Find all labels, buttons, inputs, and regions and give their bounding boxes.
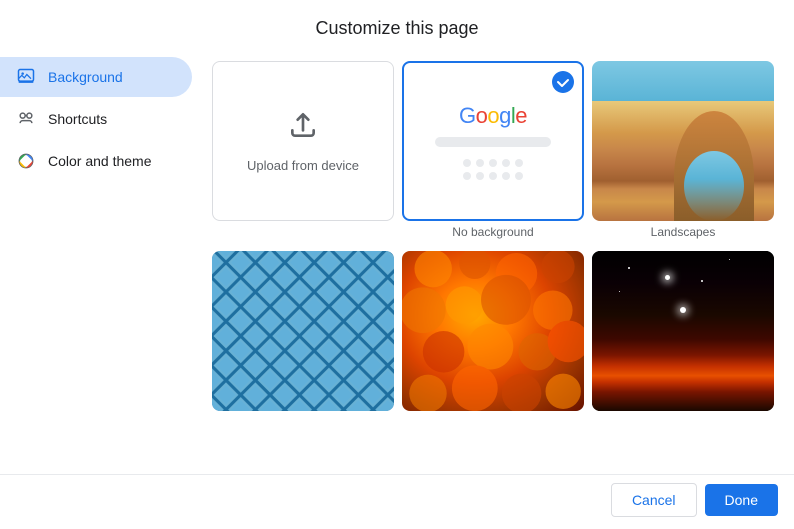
upload-icon xyxy=(287,109,319,146)
dot xyxy=(476,159,484,167)
sidebar-shortcuts-label: Shortcuts xyxy=(48,111,107,127)
selected-check-badge xyxy=(552,71,574,93)
thumbnail-item-space xyxy=(592,251,774,419)
nature-photo[interactable] xyxy=(402,251,584,411)
sidebar-item-color-theme[interactable]: Color and theme xyxy=(0,141,192,181)
space-label xyxy=(592,415,774,419)
no-background-card[interactable]: Google xyxy=(402,61,584,221)
dialog-title: Customize this page xyxy=(24,18,770,39)
done-button[interactable]: Done xyxy=(705,484,778,516)
sidebar-color-theme-label: Color and theme xyxy=(48,153,152,169)
dot xyxy=(502,172,510,180)
sidebar: Background Shortcuts xyxy=(0,49,200,474)
thumbnail-item-nature xyxy=(402,251,584,419)
nature-label xyxy=(402,415,584,419)
sidebar-item-background[interactable]: Background xyxy=(0,57,192,97)
architecture-label xyxy=(212,415,394,419)
sidebar-item-shortcuts[interactable]: Shortcuts xyxy=(0,99,192,139)
thumbnail-item-landscapes: Landscapes xyxy=(592,61,774,243)
thumbnail-item: Upload from device xyxy=(212,61,394,243)
thumbnail-item-architecture xyxy=(212,251,394,419)
dot xyxy=(463,159,471,167)
dialog-footer: Cancel Done xyxy=(0,474,794,529)
no-background-label: No background xyxy=(402,225,584,243)
dots-grid xyxy=(463,159,523,180)
dot xyxy=(502,159,510,167)
no-bg-preview: Google xyxy=(404,87,582,196)
dot xyxy=(515,159,523,167)
upload-card[interactable]: Upload from device xyxy=(212,61,394,221)
sidebar-background-label: Background xyxy=(48,69,123,85)
landscapes-label: Landscapes xyxy=(592,225,774,243)
dot xyxy=(489,159,497,167)
architecture-photo[interactable] xyxy=(212,251,394,411)
dot xyxy=(476,172,484,180)
dialog-body: Background Shortcuts xyxy=(0,49,794,474)
background-icon xyxy=(16,67,36,87)
google-logo-preview: Google xyxy=(459,103,527,129)
dot xyxy=(489,172,497,180)
dialog-header: Customize this page xyxy=(0,0,794,49)
shortcuts-icon xyxy=(16,109,36,129)
dot xyxy=(515,172,523,180)
thumbnails-grid: Upload from device Google xyxy=(208,57,778,423)
upload-text: Upload from device xyxy=(247,158,359,173)
dot xyxy=(463,172,471,180)
space-photo[interactable] xyxy=(592,251,774,411)
color-theme-icon xyxy=(16,151,36,171)
customize-dialog: Customize this page Background xyxy=(0,0,794,529)
search-bar-mock xyxy=(435,137,552,147)
main-content: Upload from device Google xyxy=(200,49,794,474)
thumbnail-item-no-background: Google xyxy=(402,61,584,243)
cancel-button[interactable]: Cancel xyxy=(611,483,697,517)
landscape-photo[interactable] xyxy=(592,61,774,221)
